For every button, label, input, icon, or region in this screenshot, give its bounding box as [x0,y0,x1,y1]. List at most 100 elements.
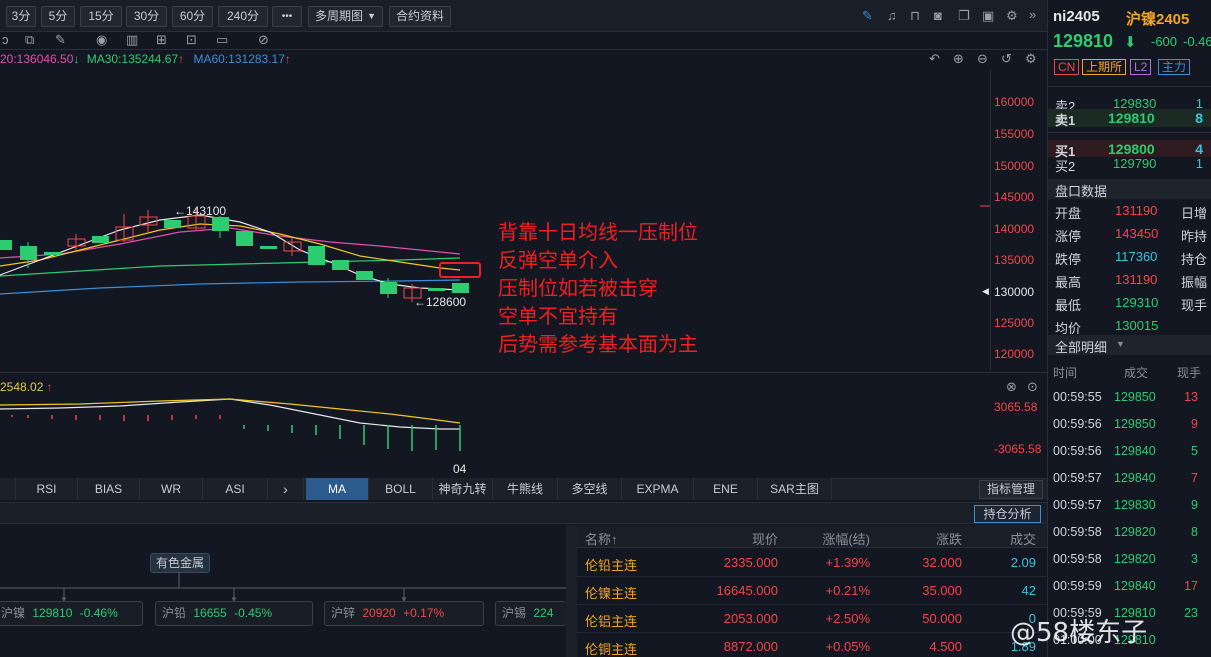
contract-info-button[interactable]: 合约资料 [389,6,451,27]
sector-pill-nickel[interactable]: 沪镍 129810 -0.46% [0,601,143,626]
badge-l2: L2 [1130,59,1152,75]
price-change-pct: -0.46 [1183,34,1211,49]
table-header-volume[interactable]: 成交 [976,529,1036,548]
trade-time: 00:59:56 [1053,444,1102,458]
contract-code: ni2405 [1053,8,1100,25]
trade-vol: 3 [1191,552,1198,566]
pill-name: 沪锡 [502,606,527,620]
watermark: @58楼东子 [1010,618,1148,648]
indicator-tab-blank[interactable] [0,478,16,500]
annotation-line-5: 后势需参考基本面为主 [498,332,698,356]
copy-icon[interactable]: ❐ [958,9,970,23]
trade-vol: 17 [1184,579,1198,593]
indicator-tab-boll[interactable]: BOLL [369,478,433,500]
candle [428,288,445,291]
macd-value: 2548.02 [0,380,44,394]
trade-price: 129840 [1114,444,1156,458]
pill-price: 16655 [193,606,227,620]
bell-icon[interactable]: ♫ [887,9,897,23]
camera-icon[interactable]: ◙ [934,9,942,23]
settings-icon[interactable]: ⚙ [1006,9,1018,23]
trade-time: 00:59:58 [1053,525,1102,539]
chart-settings-icon[interactable]: ⚙ [1025,52,1037,66]
indicator-manage-button[interactable]: 指标管理 [979,480,1043,499]
trade-time: 00:59:58 [1053,552,1102,566]
close-subchart-icon[interactable]: ⊗ [1006,380,1017,394]
candle [356,271,373,280]
indicator-tab-sar[interactable]: SAR主图 [758,478,832,500]
sector-label[interactable]: 有色金属 [150,553,211,573]
candle [380,282,397,294]
multi-period-button[interactable]: 多周期图 ▼ [308,6,383,27]
price-change: -600 [1151,34,1178,49]
reset-icon[interactable]: ↺ [1001,52,1012,66]
layers-icon[interactable]: ⊡ [186,33,197,47]
table-cell-change-pct: +0.05% [825,639,870,654]
comment-icon[interactable]: ▭ [216,33,228,47]
trade-time: 00:59:57 [1053,471,1102,485]
indicator-tab-ma[interactable]: MA [306,478,369,500]
annotation-line-1: 背靠十日均线一压制位 [498,220,698,244]
table-scrollbar[interactable] [566,525,577,657]
table-cell-change-pct: +0.21% [825,583,870,598]
duplicate-icon[interactable]: ⧉ [25,33,34,47]
eye-icon[interactable]: ◉ [96,33,107,47]
undo-icon[interactable]: ↶ [929,52,940,66]
sector-pill-tin[interactable]: 沪锡 224 [495,601,566,626]
table-cell-price: 8872.000 [723,639,778,654]
position-analysis-button[interactable]: 持仓分析 [974,505,1041,523]
panel-divider [1048,86,1211,87]
monitor-icon[interactable]: ▣ [982,9,994,23]
period-30min-button[interactable]: 30分 [126,6,167,27]
zoom-out-icon[interactable]: ⊖ [977,52,988,66]
indicator-tab-bias[interactable]: BIAS [78,478,140,500]
lock-icon[interactable]: ⊓ [910,9,920,23]
indicator-tab-wr[interactable]: WR [140,478,203,500]
draw-tool-icon[interactable]: ↄ [2,33,9,47]
expand-icon[interactable]: » [1029,8,1036,22]
candle [164,220,181,228]
sector-pill-lead[interactable]: 沪铅 16655 -0.45% [155,601,313,626]
indicator-tab-rsi[interactable]: RSI [16,478,78,500]
trade-price: 129830 [1114,498,1156,512]
indicator-tab-asi[interactable]: ASI [203,478,268,500]
candlestick-chart [0,205,990,302]
table-header-name[interactable]: 名称↑ [585,529,618,548]
period-15min-button[interactable]: 15分 [80,6,122,27]
stat-value: 130015 [1115,318,1159,333]
subchart-settings-icon[interactable]: ⊙ [1027,380,1038,394]
indicator-tab-td9[interactable]: 神奇九转 [433,478,493,500]
period-240min-button[interactable]: 240分 [218,6,268,27]
indicator-tab-expma[interactable]: EXPMA [622,478,694,500]
sector-pill-zinc[interactable]: 沪锌 20920 +0.17% [324,601,484,626]
detail-caret-icon: ▼ [1116,339,1125,349]
indicator-tab-longshort[interactable]: 多空线 [558,478,622,500]
pencil-icon[interactable]: ✎ [862,9,873,23]
indicator-tab-ene[interactable]: ENE [694,478,758,500]
edit-icon[interactable]: ✎ [55,33,66,47]
stat-value: 131190 [1115,272,1158,287]
period-60min-button[interactable]: 60分 [172,6,213,27]
tabs-next-icon[interactable]: › [268,478,304,500]
period-3min-button[interactable]: 3分 [6,6,36,27]
grid-icon[interactable]: ⊞ [156,33,167,47]
table-cell-change: 50.000 [922,611,962,626]
macd-chart [0,398,461,451]
indicator-tab-bullbear[interactable]: 牛熊线 [493,478,558,500]
ruler-icon[interactable]: ⊘ [258,33,269,47]
price-tick: 140000 [994,222,1035,236]
pill-name: 沪镍 [1,606,26,620]
more-periods-button[interactable]: ••• [272,6,302,27]
stat-value: 129310 [1115,295,1159,310]
period-5min-button[interactable]: 5分 [41,6,75,27]
zoom-in-icon[interactable]: ⊕ [953,52,964,66]
trade-time: 00:59:57 [1053,498,1102,512]
trash-icon[interactable]: ▥ [126,33,138,47]
table-header-price[interactable]: 现价 [698,529,778,548]
candle [20,246,37,260]
candle [44,252,61,255]
stat-label: 开盘 [1055,206,1082,221]
subchart-divider [0,372,1047,373]
table-header-change-pct[interactable]: 涨幅(结) [790,529,870,548]
table-header-change[interactable]: 涨跌 [882,529,962,548]
